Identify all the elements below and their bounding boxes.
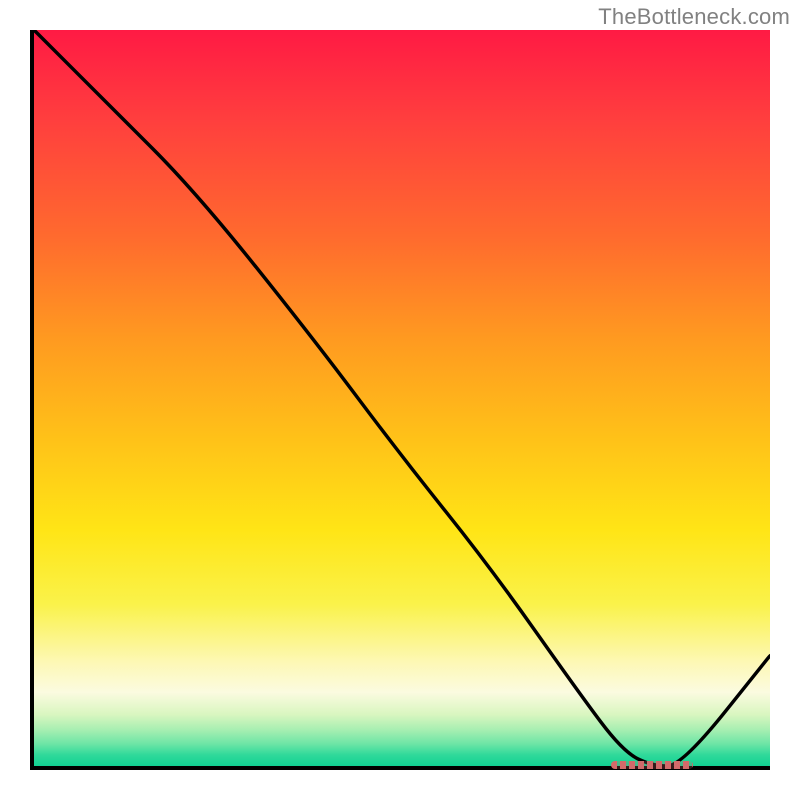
chart-container: TheBottleneck.com <box>0 0 800 800</box>
plot-area <box>30 30 770 770</box>
optimal-range-band <box>611 761 692 769</box>
heat-gradient <box>34 30 770 766</box>
attribution-text: TheBottleneck.com <box>598 4 790 30</box>
